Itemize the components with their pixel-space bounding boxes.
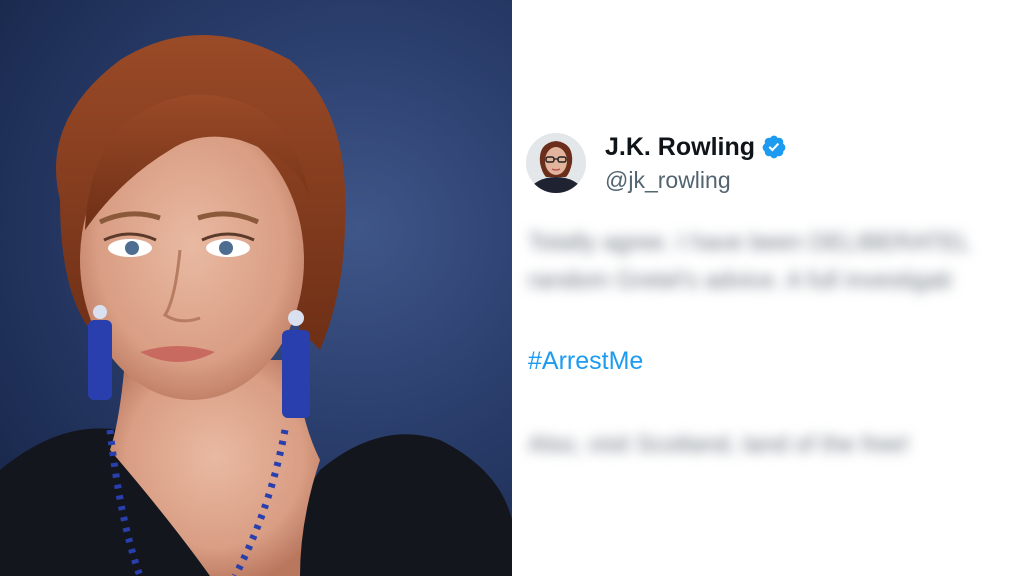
display-name-row: J.K. Rowling [605, 132, 787, 162]
blurred-line: Totally agree. I have been DELIBERATEL [528, 229, 971, 256]
portrait-illustration [0, 35, 512, 576]
blurred-line: random Gretel's advice. A full investiga… [528, 267, 952, 294]
verified-badge-icon [761, 134, 787, 160]
user-handle[interactable]: @jk_rowling [605, 166, 787, 194]
portrait-photo [0, 0, 512, 576]
display-name[interactable]: J.K. Rowling [605, 132, 755, 162]
tweet-header: J.K. Rowling @jk_rowling [526, 132, 787, 194]
hashtag-link[interactable]: #ArrestMe [528, 347, 643, 376]
avatar-image [526, 133, 586, 193]
tweet-card: J.K. Rowling @jk_rowling Totally agree. … [512, 0, 1024, 576]
author-names: J.K. Rowling @jk_rowling [605, 132, 787, 194]
avatar[interactable] [526, 133, 586, 193]
blurred-tweet-text-1: Totally agree. I have been DELIBERATEL r… [528, 224, 1024, 300]
blurred-tweet-text-2: Also, visit Scotland, land of the free! [528, 431, 910, 458]
